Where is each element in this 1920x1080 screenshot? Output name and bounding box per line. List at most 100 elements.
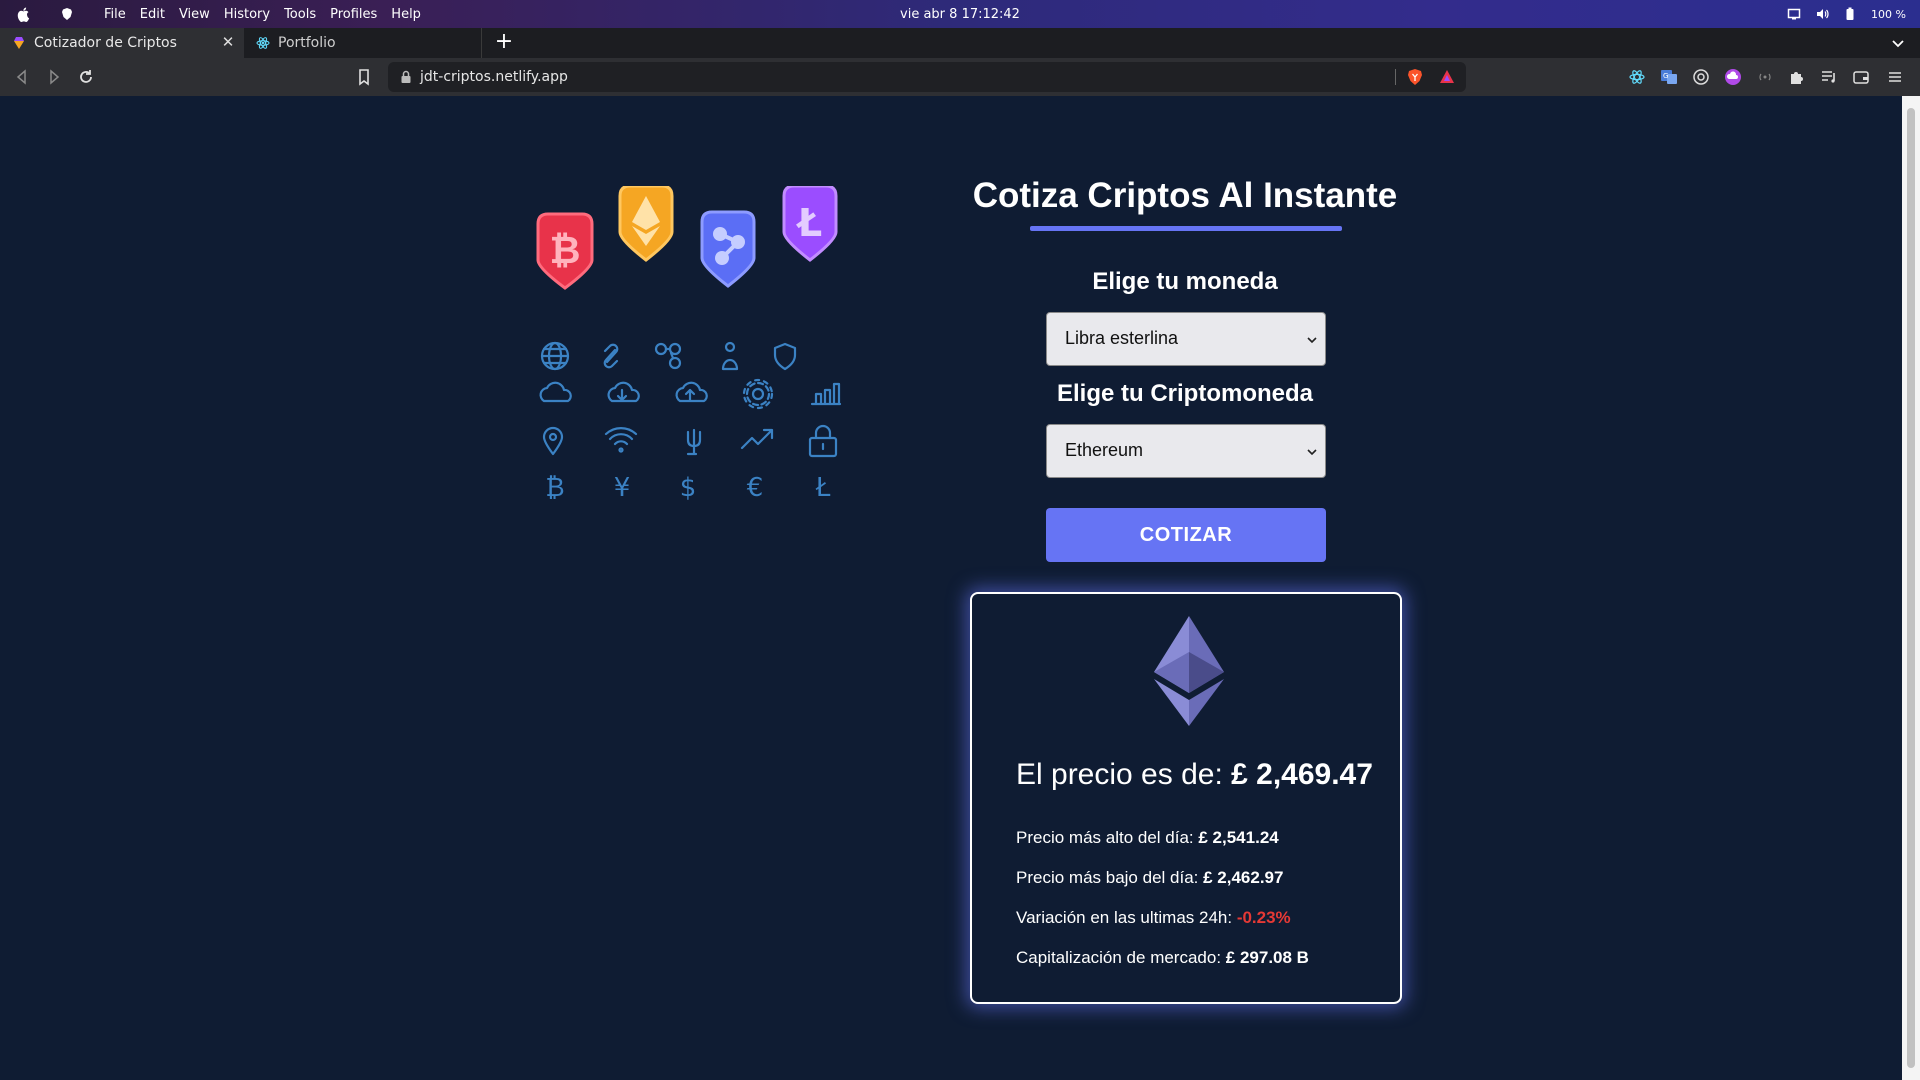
brave-shields-icon[interactable] bbox=[1406, 68, 1424, 86]
tab-strip: Cotizador de Criptos ✕ Portfolio + bbox=[0, 28, 1920, 58]
chevron-down-icon bbox=[1307, 337, 1317, 344]
scrollbar-thumb[interactable] bbox=[1907, 108, 1915, 1068]
forward-icon[interactable] bbox=[44, 67, 64, 87]
url-text[interactable]: jdt-criptos.netlify.app bbox=[420, 69, 568, 85]
tab-title: Portfolio bbox=[278, 35, 336, 51]
shield-icon bbox=[773, 342, 797, 371]
volume-icon[interactable] bbox=[1815, 7, 1829, 21]
trident-icon bbox=[686, 428, 702, 456]
cap-value: £ 297.08 B bbox=[1225, 948, 1309, 967]
bitcoin-symbol-icon: ₿ bbox=[545, 473, 564, 503]
change-value: -0.23% bbox=[1236, 908, 1291, 927]
chevron-down-icon[interactable] bbox=[1888, 33, 1908, 53]
cap-label: Capitalización de mercado: bbox=[1016, 948, 1226, 967]
crypto-label: Elige tu Criptomoneda bbox=[1056, 380, 1313, 407]
litecoin-symbol-icon: Ł bbox=[815, 473, 831, 503]
menu-history[interactable]: History bbox=[224, 7, 270, 22]
change-label: Variación en las ultimas 24h: bbox=[1016, 908, 1237, 927]
title-underline bbox=[1030, 226, 1342, 231]
apple-icon[interactable] bbox=[16, 6, 32, 22]
svg-text:Ł: Ł bbox=[796, 201, 822, 245]
hamburger-menu-icon[interactable] bbox=[1886, 68, 1904, 86]
bookmark-icon[interactable] bbox=[354, 67, 374, 87]
brave-rewards-icon[interactable] bbox=[1438, 68, 1456, 86]
screen-icon[interactable] bbox=[1787, 7, 1801, 21]
cotizador-favicon-icon bbox=[14, 37, 24, 49]
price-value: £ 2,469.47 bbox=[1231, 758, 1373, 791]
battery-percent: 100 % bbox=[1871, 7, 1906, 21]
target-extension-icon[interactable] bbox=[1692, 68, 1710, 86]
euro-symbol-icon: € bbox=[747, 473, 764, 503]
quote-button[interactable]: COTIZAR bbox=[1046, 508, 1326, 562]
puzzle-icon[interactable] bbox=[1788, 68, 1806, 86]
menu-help[interactable]: Help bbox=[391, 7, 421, 22]
address-bar[interactable]: jdt-criptos.netlify.app bbox=[388, 62, 1466, 92]
wifi-icon bbox=[604, 427, 638, 453]
high-row: Precio más alto del día: £ 2,541.24 bbox=[1016, 828, 1279, 848]
url-separator bbox=[1395, 69, 1396, 85]
brave-app-icon[interactable] bbox=[60, 7, 74, 21]
location-pin-icon bbox=[542, 426, 564, 456]
cloud-download-icon bbox=[607, 381, 640, 403]
price-text: El precio es de: £ 2,469.47 bbox=[1016, 758, 1373, 792]
result-card: El precio es de: £ 2,469.47 Precio más a… bbox=[970, 592, 1402, 1004]
menu-tools[interactable]: Tools bbox=[284, 7, 316, 22]
cloud-upload-icon bbox=[675, 381, 708, 403]
react-favicon-icon bbox=[256, 37, 270, 49]
currency-label: Elige tu moneda bbox=[1092, 268, 1278, 295]
cloud-extension-icon[interactable] bbox=[1724, 68, 1742, 86]
svg-text:G: G bbox=[1663, 72, 1668, 80]
person-icon bbox=[721, 341, 739, 371]
page-title: Cotiza Criptos Al Instante bbox=[972, 176, 1398, 215]
dollar-symbol-icon: $ bbox=[680, 473, 697, 503]
playlist-icon[interactable] bbox=[1820, 68, 1838, 86]
crypto-select[interactable]: Ethereum bbox=[1046, 424, 1326, 478]
high-label: Precio más alto del día: bbox=[1016, 828, 1199, 847]
ripple-badge-icon bbox=[700, 210, 756, 288]
wallet-icon[interactable] bbox=[1852, 68, 1870, 86]
tab-cotizador[interactable]: Cotizador de Criptos ✕ bbox=[0, 28, 244, 58]
high-value: £ 2,541.24 bbox=[1198, 828, 1279, 847]
cap-row: Capitalización de mercado: £ 297.08 B bbox=[1016, 948, 1309, 968]
battery-icon[interactable] bbox=[1843, 7, 1857, 21]
ethereum-logo-icon bbox=[1154, 616, 1224, 726]
app-menu: File Edit View History Tools Profiles He… bbox=[104, 7, 421, 22]
back-icon[interactable] bbox=[12, 67, 32, 87]
crypto-illustration: ₿ Ł ₿ ¥ $ € Ł bbox=[536, 186, 842, 503]
page-scrollbar[interactable] bbox=[1902, 96, 1920, 1080]
menu-file[interactable]: File bbox=[104, 7, 126, 22]
menu-edit[interactable]: Edit bbox=[140, 7, 165, 22]
currency-select[interactable]: Libra esterlina bbox=[1046, 312, 1326, 366]
globe-icon bbox=[540, 341, 570, 371]
chevron-down-icon bbox=[1307, 449, 1317, 456]
react-devtools-icon[interactable] bbox=[1628, 68, 1646, 86]
bar-chart-icon bbox=[810, 382, 842, 406]
cloud-icon bbox=[539, 381, 572, 403]
change-row: Variación en las ultimas 24h: -0.23% bbox=[1016, 908, 1291, 928]
bitcoin-badge-icon: ₿ bbox=[536, 212, 594, 290]
browser-toolbar: jdt-criptos.netlify.app G bbox=[0, 58, 1920, 96]
tab-title: Cotizador de Criptos bbox=[34, 35, 177, 51]
menu-profiles[interactable]: Profiles bbox=[330, 7, 377, 22]
radio-extension-icon[interactable] bbox=[1756, 68, 1774, 86]
svg-text:₿: ₿ bbox=[550, 228, 581, 272]
reload-icon[interactable] bbox=[76, 67, 96, 87]
os-top-bar: File Edit View History Tools Profiles He… bbox=[0, 0, 1920, 28]
new-tab-button[interactable]: + bbox=[492, 31, 516, 55]
trend-up-icon bbox=[740, 428, 774, 450]
price-prefix: El precio es de: bbox=[1016, 758, 1232, 791]
litecoin-badge-icon: Ł bbox=[782, 186, 838, 262]
system-tray: 100 % bbox=[1787, 0, 1906, 28]
low-label: Precio más bajo del día: bbox=[1016, 868, 1204, 887]
low-value: £ 2,462.97 bbox=[1203, 868, 1284, 887]
page-content bbox=[0, 96, 1902, 1080]
close-tab-icon[interactable]: ✕ bbox=[220, 34, 236, 50]
yen-symbol-icon: ¥ bbox=[614, 473, 631, 503]
menu-view[interactable]: View bbox=[179, 7, 210, 22]
low-row: Precio más bajo del día: £ 2,462.97 bbox=[1016, 868, 1283, 888]
translate-icon[interactable]: G bbox=[1660, 68, 1678, 86]
lock-icon[interactable] bbox=[400, 70, 412, 84]
link-icon bbox=[603, 343, 619, 369]
tab-portfolio[interactable]: Portfolio bbox=[244, 28, 482, 58]
lock-icon bbox=[808, 424, 838, 458]
